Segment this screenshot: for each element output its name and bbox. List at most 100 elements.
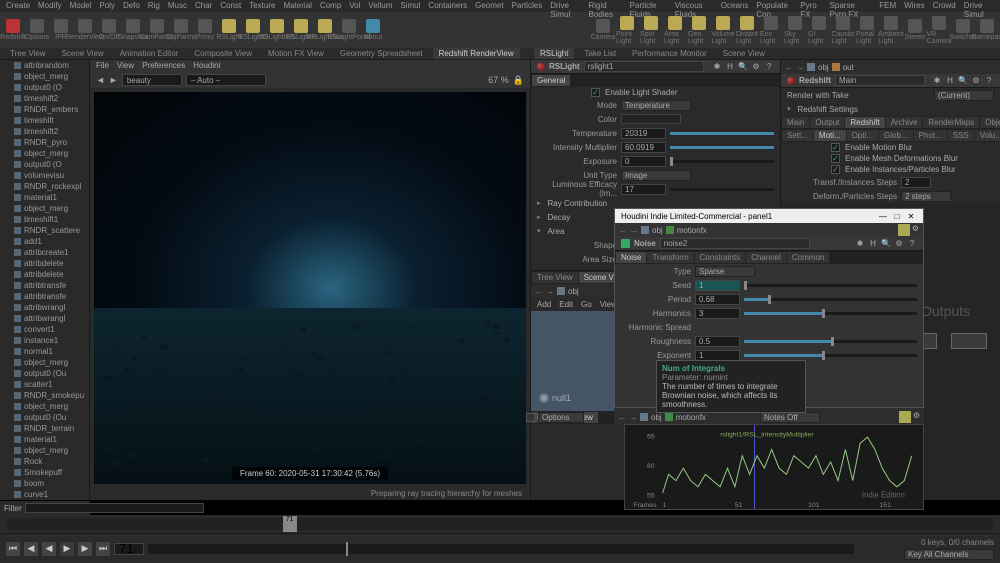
menu-rigid bodies[interactable]: Rigid Bodies xyxy=(588,1,621,11)
motion-blur-checkbox[interactable]: ✓ xyxy=(831,143,840,152)
tree-item[interactable]: object_merg xyxy=(0,445,89,456)
menu-particle fluids[interactable]: Particle Fluids xyxy=(630,1,667,11)
lock-icon[interactable]: 🔒 xyxy=(513,75,524,86)
menu-modify[interactable]: Modify xyxy=(38,1,62,11)
tab-phot...[interactable]: Phot... xyxy=(914,130,947,141)
shelf-renderview[interactable]: RenderView xyxy=(74,15,96,45)
tab-geometry-spreadsheet[interactable]: Geometry Spreadsheet xyxy=(334,48,429,59)
tab-transform[interactable]: Transform xyxy=(647,252,693,263)
tab-animation-editor[interactable]: Animation Editor xyxy=(114,48,185,59)
period-slider[interactable] xyxy=(744,298,917,301)
tree-item[interactable]: volumevisu xyxy=(0,170,89,181)
shelf-redshift[interactable]: Redshift xyxy=(2,15,24,45)
unit-type-dropdown[interactable]: Image xyxy=(621,170,691,181)
tab-motion-fx-view[interactable]: Motion FX View xyxy=(262,48,330,59)
tree-item[interactable]: attribdelete xyxy=(0,258,89,269)
key-all-channels-button[interactable]: Key All Channels xyxy=(904,549,994,560)
tab-output[interactable]: Output xyxy=(810,117,844,128)
gear-icon[interactable]: ⚙ xyxy=(913,411,920,423)
timeline-track[interactable] xyxy=(148,544,854,554)
tree-item[interactable]: RNDR_terrain xyxy=(0,423,89,434)
shelf-on/off[interactable]: On/Off xyxy=(98,15,120,45)
menu-edit[interactable]: Edit xyxy=(559,300,573,309)
node-name-field[interactable] xyxy=(660,238,810,249)
home-icon[interactable]: H xyxy=(945,76,955,86)
period-field[interactable] xyxy=(695,294,740,305)
shelf-about[interactable]: About xyxy=(362,15,384,45)
shelf-spot light[interactable]: Spot Light xyxy=(640,15,662,45)
shelf-rslightportal[interactable]: RSLightPortal xyxy=(338,15,360,45)
instances-blur-checkbox[interactable]: ✓ xyxy=(831,165,840,174)
tree-item[interactable]: output0 (Ou xyxy=(0,412,89,423)
menu-create[interactable]: Create xyxy=(6,1,30,11)
tree-item[interactable]: boom xyxy=(0,478,89,489)
shelf-env light[interactable]: Env Light xyxy=(760,15,782,45)
tree-item[interactable]: object_merg xyxy=(0,148,89,159)
shelf-vr camera[interactable]: VR Camera xyxy=(928,15,950,45)
tab-redshift-renderview[interactable]: Redshift RenderView xyxy=(433,48,520,59)
tab-performance-monitor[interactable]: Performance Monitor xyxy=(626,48,713,59)
noise-type-dropdown[interactable]: Sparse xyxy=(695,266,755,277)
tab-tree-view[interactable]: Tree View xyxy=(4,48,52,59)
shelf-ambient light[interactable]: Ambient Light xyxy=(880,15,902,45)
menu-model[interactable]: Model xyxy=(70,1,92,11)
close-icon[interactable]: ✕ xyxy=(905,212,917,221)
path-crumb[interactable]: obj xyxy=(568,287,579,296)
snowflake-icon[interactable]: ✱ xyxy=(932,76,942,86)
menu-texture[interactable]: Texture xyxy=(249,1,275,11)
intensity-mult-slider[interactable] xyxy=(670,146,774,149)
filter-input[interactable] xyxy=(25,503,204,513)
render-take-dropdown[interactable]: (Current) xyxy=(934,90,994,101)
nav-back-icon[interactable]: ← xyxy=(785,63,793,72)
shelf-area light[interactable]: Area Light xyxy=(664,15,686,45)
tree-item[interactable]: timeshift2 xyxy=(0,93,89,104)
menu-houdini[interactable]: Houdini xyxy=(193,61,220,71)
snowflake-icon[interactable]: ✱ xyxy=(712,62,722,72)
shelf-volume light[interactable]: Volume Light xyxy=(712,15,734,45)
rop-node[interactable] xyxy=(951,333,987,349)
exposure-slider[interactable] xyxy=(670,160,774,163)
timeline-scrubber[interactable]: 71 xyxy=(0,515,1000,533)
tree-item[interactable]: object_merg xyxy=(0,357,89,368)
tab-volu...[interactable]: Volu... xyxy=(975,130,1000,141)
enable-light-shader-checkbox[interactable]: ✓ xyxy=(591,88,600,97)
menu-geomet[interactable]: Geomet xyxy=(475,1,503,11)
camera-dropdown[interactable] xyxy=(186,74,266,86)
tree-item[interactable]: attribtransfe xyxy=(0,280,89,291)
tree-item[interactable]: normal1 xyxy=(0,346,89,357)
mode-dropdown[interactable]: Temperature xyxy=(621,100,691,111)
shelf-geo light[interactable]: Geo Light xyxy=(688,15,710,45)
tree-item[interactable]: curve1 xyxy=(0,489,89,500)
shelf-point light[interactable]: Point Light xyxy=(616,15,638,45)
tree-item[interactable]: timeshift2 xyxy=(0,126,89,137)
tree-item[interactable]: Rock xyxy=(0,456,89,467)
menu-simul[interactable]: Simul xyxy=(400,1,420,11)
play-back-icon[interactable]: ◀ xyxy=(42,542,56,556)
tab-constraints[interactable]: Constraints xyxy=(695,252,745,263)
harmonics-field[interactable] xyxy=(695,308,740,319)
shelf-camera[interactable]: Camera xyxy=(592,15,614,45)
current-frame-field[interactable] xyxy=(114,543,144,555)
node-name-field[interactable] xyxy=(584,61,704,72)
step-back-icon[interactable]: ◀ xyxy=(24,542,38,556)
seed-field[interactable] xyxy=(695,280,740,291)
search-icon[interactable]: 🔍 xyxy=(958,76,968,86)
tab-sett...[interactable]: Sett... xyxy=(782,130,813,141)
tree-item[interactable]: output0 (O xyxy=(0,82,89,93)
menu-oceans[interactable]: Oceans xyxy=(721,1,749,11)
deform-steps-dropdown[interactable]: 2 steps xyxy=(901,191,951,202)
tab-main[interactable]: Main xyxy=(782,117,809,128)
nav-fwd-icon[interactable]: → xyxy=(796,63,804,72)
tree-item[interactable]: attribdelete xyxy=(0,269,89,280)
goto-last-icon[interactable]: ⏭ xyxy=(96,542,110,556)
tab-sss[interactable]: SSS xyxy=(948,130,974,141)
shelf-distant light[interactable]: Distant Light xyxy=(736,15,758,45)
menu-vol[interactable]: Vol xyxy=(349,1,360,11)
tree-item[interactable]: material1 xyxy=(0,434,89,445)
tab-opti...[interactable]: Opti... xyxy=(847,130,878,141)
menu-rig[interactable]: Rig xyxy=(148,1,160,11)
tree-item[interactable]: Smokepuff xyxy=(0,467,89,478)
tab-scene-view[interactable]: Scene View xyxy=(717,48,771,59)
shelf-stereo[interactable]: Stereo xyxy=(904,15,926,45)
mfx-options-dropdown[interactable]: Options xyxy=(538,412,584,423)
